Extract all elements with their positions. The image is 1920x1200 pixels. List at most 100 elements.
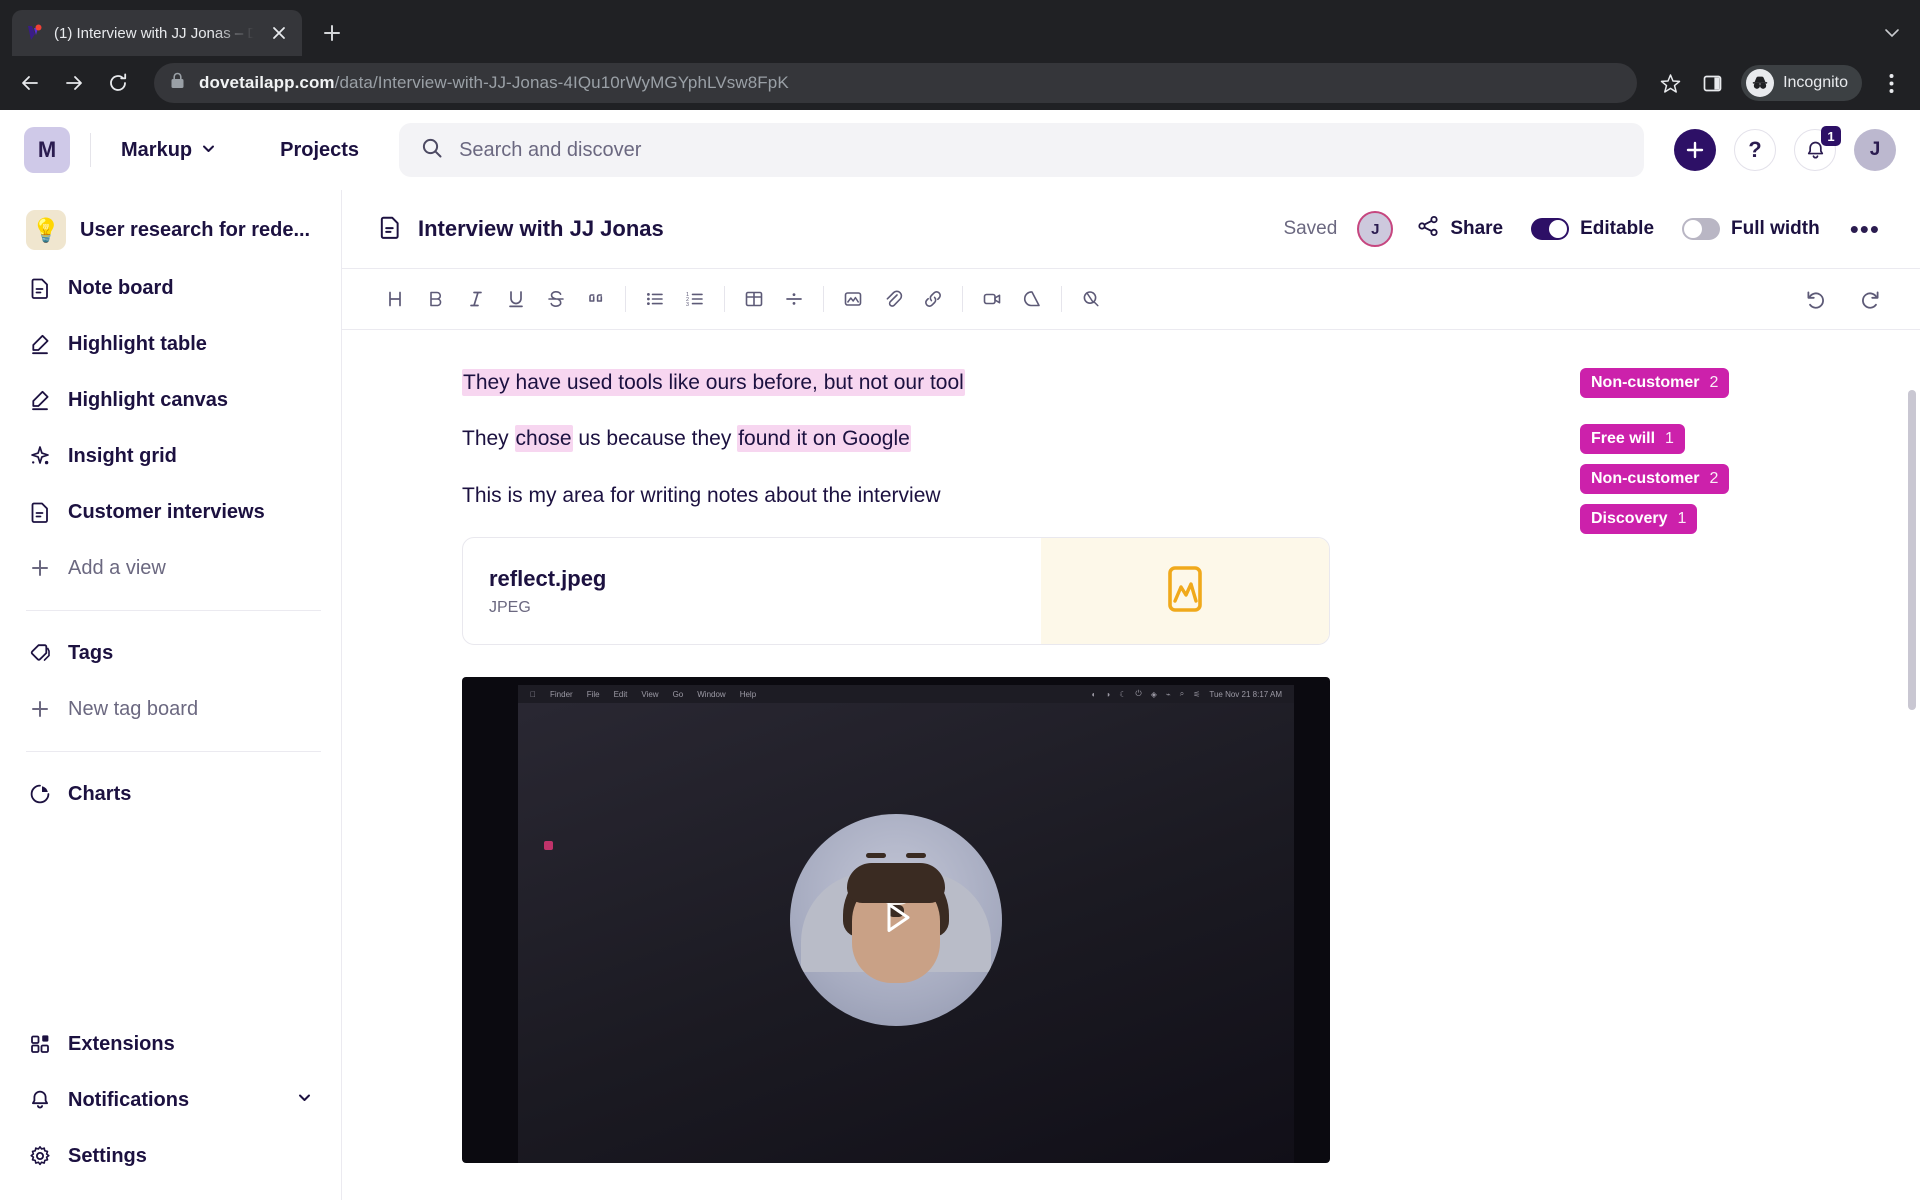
sidebar-item-add-a-view[interactable]: Add a view <box>22 540 321 596</box>
paragraph[interactable]: This is my area for writing notes about … <box>462 481 1332 511</box>
menu-item: Help <box>733 689 756 699</box>
chevron-down-icon <box>201 139 216 162</box>
org-badge[interactable]: M <box>24 127 70 173</box>
strikethrough-button[interactable] <box>536 279 576 319</box>
avatar[interactable]: J <box>1854 129 1896 171</box>
app-header: M Markup Projects Search and discover ? <box>0 110 1920 190</box>
attachment-button[interactable] <box>873 279 913 319</box>
tag-chip[interactable]: Non-customer 2 <box>1580 368 1730 398</box>
sidebar-item-insight-grid[interactable]: Insight grid <box>22 428 321 484</box>
document-inner: They have used tools like ours before, b… <box>462 368 1332 1164</box>
play-button[interactable] <box>874 896 918 945</box>
control-center-icon: ⚟ <box>1193 689 1201 699</box>
highlight-span[interactable]: They have used tools like ours before, b… <box>462 369 965 396</box>
side-panel-icon[interactable] <box>1693 64 1731 102</box>
highlight-span[interactable]: found it on Google <box>737 425 911 453</box>
editable-toggle[interactable]: Editable <box>1527 212 1658 246</box>
tag-label: Free will <box>1591 430 1656 447</box>
tag-chip[interactable]: Free will 1 <box>1580 424 1685 454</box>
page-title: Interview with JJ Jonas <box>418 216 664 241</box>
status-icon: ◐ <box>1091 689 1097 699</box>
document-title-wrap[interactable]: Interview with JJ Jonas <box>378 215 664 244</box>
redo-button[interactable] <box>1850 279 1890 319</box>
browser-menu-icon[interactable] <box>1872 64 1910 102</box>
video-button[interactable] <box>972 279 1012 319</box>
search-input[interactable]: Search and discover <box>399 123 1644 177</box>
blockquote-button[interactable] <box>576 279 616 319</box>
more-options-button[interactable]: ••• <box>1844 216 1886 242</box>
close-icon[interactable] <box>268 22 290 44</box>
italic-button[interactable] <box>456 279 496 319</box>
sidebar-item-settings[interactable]: Settings <box>22 1128 321 1184</box>
highlighter-icon <box>28 388 52 412</box>
divider-button[interactable] <box>774 279 814 319</box>
highlight-span[interactable]: chose <box>514 425 573 453</box>
notifications-button[interactable]: 1 <box>1794 126 1841 171</box>
sidebar-item-note-board[interactable]: Note board <box>22 260 321 316</box>
menu-item: View <box>635 689 658 699</box>
link-button[interactable] <box>913 279 953 319</box>
full-width-switch[interactable] <box>1682 218 1721 240</box>
collaborator-avatar[interactable]: J <box>1357 211 1394 247</box>
sidebar-item-new-tag-board[interactable]: New tag board <box>22 681 321 737</box>
sidebar-project[interactable]: 💡 User research for rede... <box>22 200 321 260</box>
bookmark-star-icon[interactable] <box>1651 64 1689 102</box>
undo-button[interactable] <box>1796 279 1836 319</box>
sidebar-item-extensions[interactable]: Extensions <box>22 1016 321 1072</box>
drive-button[interactable] <box>1012 279 1052 319</box>
dovetail-app: M Markup Projects Search and discover ? <box>0 110 1920 1200</box>
help-button[interactable]: ? <box>1734 129 1776 171</box>
share-button[interactable]: Share <box>1413 209 1507 249</box>
sidebar-item-tags[interactable]: Tags <box>22 625 321 681</box>
tag-label: Non-customer <box>1591 470 1700 487</box>
paragraph[interactable]: They have used tools like ours before, b… <box>462 368 1332 398</box>
tag-chip[interactable]: Discovery 1 <box>1580 504 1698 534</box>
find-button[interactable] <box>1071 279 1111 319</box>
header-divider <box>90 133 91 167</box>
sidebar-item-customer-interviews[interactable]: Customer interviews <box>22 484 321 540</box>
window-chevron-icon[interactable] <box>1882 23 1920 56</box>
incognito-profile-button[interactable]: Incognito <box>1741 65 1862 101</box>
numbered-list-button[interactable]: 123 <box>675 279 715 319</box>
video-embed[interactable]:  Finder File Edit View Go Window Help <box>462 677 1330 1164</box>
note-icon <box>28 276 52 300</box>
heading-button[interactable] <box>376 279 416 319</box>
editable-label: Editable <box>1580 218 1655 239</box>
workspace-label: Markup <box>121 138 193 161</box>
url-text: dovetailapp.com/data/Interview-with-JJ-J… <box>199 73 789 93</box>
vertical-scrollbar[interactable] <box>1908 390 1916 710</box>
status-icon: ◈ <box>1150 689 1157 699</box>
projects-link[interactable]: Projects <box>270 131 369 170</box>
underline-button[interactable] <box>496 279 536 319</box>
table-button[interactable] <box>734 279 774 319</box>
tag-chip[interactable]: Non-customer 2 <box>1580 464 1730 494</box>
reload-icon[interactable] <box>98 63 138 103</box>
chevron-down-icon[interactable] <box>296 1089 313 1111</box>
sidebar-item-charts[interactable]: Charts <box>22 766 321 822</box>
forward-icon[interactable] <box>54 63 94 103</box>
gear-icon <box>28 1144 52 1168</box>
history-controls <box>1796 279 1890 319</box>
full-width-toggle[interactable]: Full width <box>1678 212 1824 246</box>
file-meta: reflect.jpeg JPEG <box>463 538 1041 644</box>
sidebar-item-highlight-table[interactable]: Highlight table <box>22 316 321 372</box>
sidebar-item-notifications[interactable]: Notifications <box>22 1072 321 1128</box>
image-button[interactable] <box>833 279 873 319</box>
menubar-clock: Tue Nov 21 8:17 AM <box>1209 689 1282 699</box>
sidebar-item-highlight-canvas[interactable]: Highlight canvas <box>22 372 321 428</box>
document-content[interactable]: They have used tools like ours before, b… <box>342 330 1540 1200</box>
saved-status: Saved <box>1283 218 1338 239</box>
file-attachment-card[interactable]: reflect.jpeg JPEG <box>462 537 1330 646</box>
create-button[interactable] <box>1674 129 1716 171</box>
address-bar[interactable]: dovetailapp.com/data/Interview-with-JJ-J… <box>154 63 1638 103</box>
new-tab-button[interactable] <box>312 13 352 53</box>
recording-dot <box>544 841 553 851</box>
paragraph[interactable]: They chose us because they found it on G… <box>462 424 1332 454</box>
menu-item: Window <box>691 689 725 699</box>
bulleted-list-button[interactable] <box>635 279 675 319</box>
browser-tab[interactable]: (1) Interview with JJ Jonas – D <box>12 10 302 56</box>
workspace-switcher[interactable]: Markup <box>111 131 226 170</box>
back-icon[interactable] <box>10 63 50 103</box>
editable-switch[interactable] <box>1531 218 1570 240</box>
bold-button[interactable] <box>416 279 456 319</box>
